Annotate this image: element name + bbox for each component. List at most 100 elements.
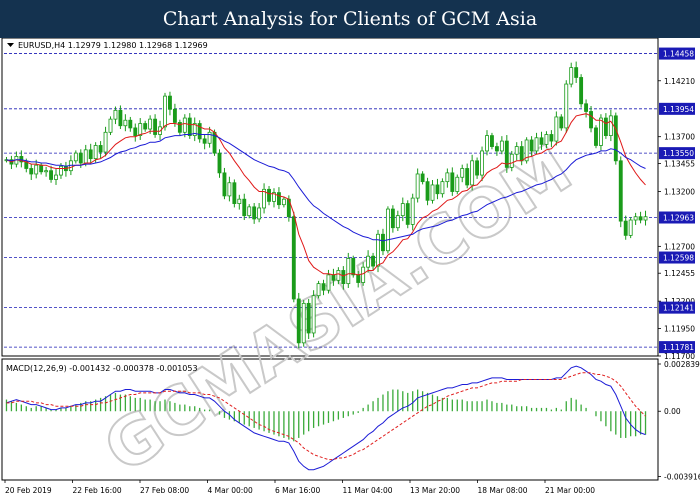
candle-body — [485, 135, 489, 152]
macd-header: MACD(12,26,9) -0.001432 -0.000378 -0.001… — [6, 364, 198, 373]
candle-body — [187, 117, 192, 136]
price-axis: 1.14210 1.13700 1.13455 1.13200 1.12700 1.124… — [658, 47, 695, 361]
candle-body — [435, 184, 440, 195]
candle-body — [73, 152, 78, 162]
time-tick-label-8: 21 Mar 00:00 — [545, 486, 595, 495]
candle-body — [39, 164, 44, 173]
candle-body — [480, 150, 484, 176]
candle-body — [59, 165, 63, 176]
chart-svg: GCMASIA.COM 1.142101.137001.134551.13200… — [1, 38, 700, 495]
candle-body — [390, 208, 395, 229]
candle-body — [301, 302, 306, 344]
price-tick-label-8: 1.12700 — [664, 242, 695, 251]
candle-62 — [311, 290, 316, 338]
candle-body — [376, 233, 380, 267]
candle-body — [88, 149, 93, 160]
candle-body — [267, 188, 271, 202]
macd-tick-label-0: 0.002839 — [664, 360, 700, 369]
candle-body — [54, 174, 58, 180]
candle-body — [564, 83, 569, 129]
candle-body — [44, 170, 49, 173]
candle-126 — [628, 217, 633, 239]
candle-63 — [316, 280, 321, 299]
level-price-label-5: 1.12141 — [663, 304, 694, 313]
price-header: EURUSD,H4 1.12979 1.12980 1.12968 1.1296… — [18, 41, 208, 50]
candle-body — [237, 198, 242, 204]
candle-body — [346, 258, 351, 285]
candle-body — [618, 160, 623, 222]
candle-body — [163, 95, 167, 128]
candle-body — [296, 298, 301, 344]
candle-body — [509, 153, 514, 168]
candle-body — [356, 274, 361, 283]
macd-tick-label-1: 0.00 — [664, 407, 681, 416]
candle-body — [514, 146, 519, 155]
candle-body — [554, 116, 559, 142]
candle-body — [589, 111, 593, 129]
candle-21 — [108, 116, 113, 136]
price-tick-label-1: 1.14210 — [664, 77, 695, 86]
candle-body — [108, 118, 113, 133]
candle-body — [217, 152, 222, 174]
candle-body — [539, 137, 544, 145]
candle-body — [113, 109, 118, 120]
candle-body — [371, 255, 375, 267]
candle-body — [470, 160, 475, 186]
level-price-label-3: 1.12963 — [663, 214, 694, 223]
price-tick-label-10: 1.12455 — [664, 269, 695, 278]
candle-body — [395, 215, 400, 229]
candle-body — [460, 168, 465, 178]
candle-body — [579, 77, 584, 105]
candle-119 — [594, 125, 598, 149]
candle-113 — [564, 80, 569, 133]
candle-body — [78, 152, 83, 164]
candle-body — [405, 203, 410, 225]
candle-body — [306, 302, 311, 334]
candle-body — [331, 274, 336, 281]
candle-body — [143, 123, 148, 130]
candle-body — [544, 134, 549, 145]
candle-body — [29, 168, 34, 175]
candle-46 — [232, 179, 237, 208]
candle-body — [202, 138, 207, 144]
candle-body — [420, 173, 425, 183]
candle-body — [430, 184, 435, 201]
candle-body — [569, 67, 574, 85]
candle-91 — [455, 174, 460, 195]
candle-body — [415, 173, 420, 199]
macd-tick-label-2: -0.003916 — [664, 473, 700, 482]
candle-body — [242, 198, 247, 217]
candle-body — [519, 146, 524, 162]
time-tick-label-4: 6 Mar 16:00 — [275, 486, 321, 495]
price-tick-label-5: 1.13455 — [664, 160, 695, 169]
candle-body — [529, 139, 534, 152]
time-tick-label-1: 22 Feb 16:00 — [73, 486, 122, 495]
level-price-label-2: 1.13550 — [663, 149, 694, 158]
candle-body — [93, 145, 98, 160]
candle-body — [361, 266, 366, 283]
time-tick-label-0: 20 Feb 2019 — [5, 486, 52, 495]
candle-body — [440, 181, 445, 195]
candle-body — [123, 119, 128, 127]
candle-body — [207, 131, 212, 144]
price-tick-label-3: 1.13700 — [664, 133, 695, 142]
candle-body — [168, 95, 172, 110]
candle-77 — [385, 206, 390, 254]
time-tick-label-2: 27 Feb 08:00 — [140, 486, 189, 495]
candle-body — [341, 270, 346, 285]
candle-116 — [579, 74, 584, 108]
candle-body — [475, 160, 480, 176]
candle-body — [34, 164, 39, 175]
candle-body — [643, 216, 648, 221]
candle-body — [172, 108, 177, 123]
candle-body — [499, 140, 504, 152]
candle-98 — [490, 132, 494, 150]
level-price-label-0: 1.14458 — [663, 50, 694, 59]
candle-69 — [346, 252, 351, 289]
candle-body — [549, 134, 554, 142]
candle-body — [385, 208, 390, 252]
candle-body — [599, 117, 603, 146]
candle-body — [613, 115, 618, 162]
candle-body — [584, 103, 589, 112]
candle-body — [291, 216, 296, 300]
